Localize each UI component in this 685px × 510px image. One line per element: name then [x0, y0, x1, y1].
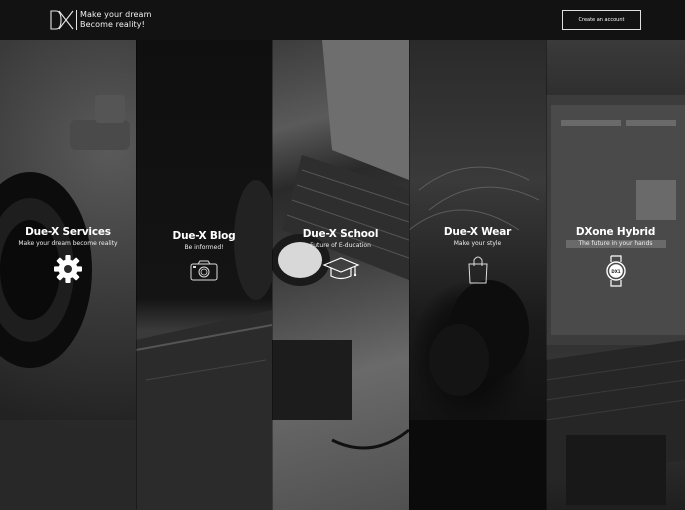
panel-school-content: Due-X School Future of E-ducation: [272, 228, 409, 286]
smartwatch-label: DX1: [611, 269, 620, 274]
panel-wear[interactable]: Due-X Wear Make your style: [409, 40, 546, 510]
dx-logo-mark: [50, 10, 74, 30]
panel-divider: [272, 40, 273, 510]
panel-services-subtitle: Make your dream become reality: [18, 240, 118, 247]
brand-tagline: Make your dream Become reality!: [80, 10, 151, 30]
brand-logo[interactable]: Make your dream Become reality!: [50, 9, 151, 31]
panel-divider: [546, 40, 547, 510]
panel-wear-content: Due-X Wear Make your style: [409, 226, 546, 288]
panel-hybrid-subtitle: The future in your hands: [578, 240, 653, 247]
create-account-button[interactable]: Create an account: [562, 10, 641, 30]
top-header: Make your dream Become reality! Create a…: [0, 0, 685, 40]
shopping-bag-icon: [409, 254, 546, 288]
smartwatch-icon: DX1: [546, 254, 685, 292]
panel-blog-content: Due-X Blog Be informed!: [136, 230, 272, 286]
panel-school-subtitle: Future of E-ducation: [310, 242, 371, 249]
panel-school-title: Due-X School: [302, 228, 379, 240]
panel-hybrid-content: DXone Hybrid The future in your hands DX…: [546, 226, 685, 292]
panel-blog-subtitle: Be informed!: [184, 244, 224, 251]
logo-separator: [76, 10, 77, 30]
panel-divider: [136, 40, 137, 510]
panel-services-content: Due-X Services Make your dream become re…: [0, 226, 136, 288]
panel-wear-subtitle: Make your style: [453, 240, 502, 247]
tagline-line-1: Make your dream: [80, 10, 152, 19]
panel-services[interactable]: Due-X Services Make your dream become re…: [0, 40, 136, 510]
panel-hybrid-title: DXone Hybrid: [575, 226, 656, 238]
panel-wear-title: Due-X Wear: [443, 226, 512, 238]
gear-icon: [0, 254, 136, 288]
camera-icon: [136, 258, 272, 286]
panel-school[interactable]: Due-X School Future of E-ducation: [272, 40, 409, 510]
section-panels: Due-X Services Make your dream become re…: [0, 40, 685, 510]
panel-hybrid[interactable]: DXone Hybrid The future in your hands DX…: [546, 40, 685, 510]
panel-blog-title: Due-X Blog: [172, 230, 236, 242]
graduation-cap-icon: [272, 256, 409, 286]
tagline-line-2: Become reality!: [80, 20, 145, 29]
panel-blog[interactable]: Due-X Blog Be informed!: [136, 40, 272, 510]
panel-divider: [409, 40, 410, 510]
panel-services-title: Due-X Services: [25, 226, 111, 238]
